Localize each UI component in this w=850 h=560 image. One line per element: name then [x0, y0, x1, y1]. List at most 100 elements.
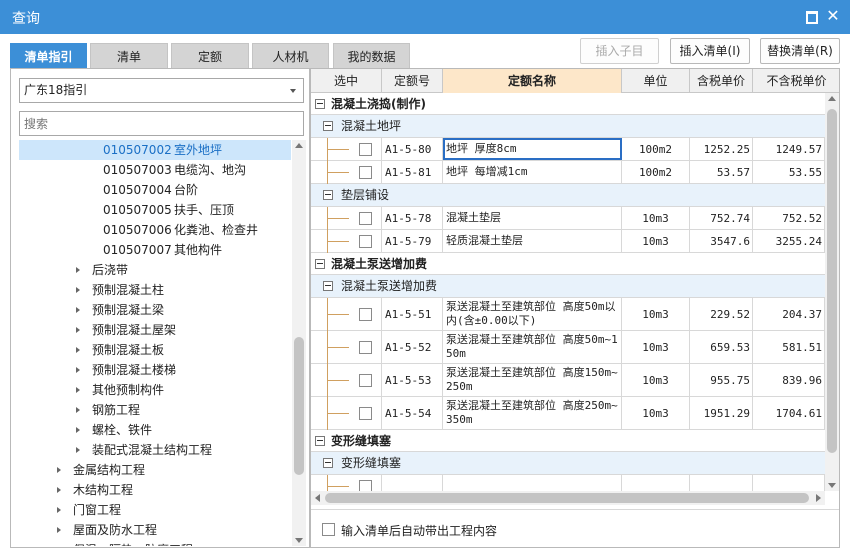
- expand-arrow-icon[interactable]: [76, 427, 80, 433]
- table-row[interactable]: A1-5-80 地坪 厚度8cm 100m2 1252.25 1249.57: [311, 138, 825, 161]
- tree-item[interactable]: 木结构工程: [19, 480, 291, 500]
- tree-item[interactable]: 钢筋工程: [19, 400, 291, 420]
- tree-item-label: 化粪池、检查井: [174, 223, 259, 237]
- collapse-icon[interactable]: [323, 121, 333, 131]
- row-checkbox[interactable]: [358, 211, 372, 225]
- expand-arrow-icon[interactable]: [76, 367, 80, 373]
- tree-item[interactable]: 装配式混凝土结构工程: [19, 440, 291, 460]
- scroll-left-icon[interactable]: [315, 494, 320, 502]
- insert-sub-button[interactable]: 插入子目: [580, 38, 659, 64]
- expand-arrow-icon[interactable]: [76, 307, 80, 313]
- table-row[interactable]: A1-5-52 泵送混凝土至建筑部位 高度50m~150m 10m3 659.53 58…: [311, 331, 825, 364]
- row-checkbox[interactable]: [358, 142, 372, 156]
- tree-item[interactable]: 金属结构工程: [19, 460, 291, 480]
- scroll-down-icon[interactable]: [828, 483, 836, 488]
- scroll-up-icon[interactable]: [828, 96, 836, 101]
- table-row[interactable]: A1-5-53 泵送混凝土至建筑部位 高度150m~250m 10m3 955.75 8…: [311, 364, 825, 397]
- expand-arrow-icon[interactable]: [76, 407, 80, 413]
- expand-arrow-icon[interactable]: [57, 467, 61, 473]
- tree-item[interactable]: 其他预制构件: [19, 380, 291, 400]
- col-select-header[interactable]: 选中: [311, 69, 382, 93]
- expand-arrow-icon[interactable]: [76, 267, 80, 273]
- tree-item[interactable]: 010507005 扶手、压顶: [19, 200, 291, 220]
- tab-3[interactable]: 人材机: [252, 43, 329, 69]
- col-code-header[interactable]: 定额号: [382, 69, 443, 93]
- expand-arrow-icon[interactable]: [76, 447, 80, 453]
- code-cell: A1-5-54: [382, 397, 443, 429]
- tree-item[interactable]: 010507004 台阶: [19, 180, 291, 200]
- name-cell: 泵送混凝土至建筑部位 高度250m~350m: [443, 397, 622, 429]
- tab-0[interactable]: 清单指引: [10, 43, 87, 69]
- grid-hscrollbar[interactable]: [311, 491, 825, 505]
- tab-1[interactable]: 清单: [90, 43, 168, 69]
- tree-item[interactable]: 螺栓、铁件: [19, 420, 291, 440]
- tree-item[interactable]: 预制混凝土屋架: [19, 320, 291, 340]
- row-checkbox[interactable]: [358, 307, 372, 321]
- tree-item[interactable]: 010507003 电缆沟、地沟: [19, 160, 291, 180]
- expand-arrow-icon[interactable]: [76, 387, 80, 393]
- tree-item[interactable]: 后浇带: [19, 260, 291, 280]
- tab-4[interactable]: 我的数据: [333, 43, 410, 69]
- tree-item[interactable]: 预制混凝土梁: [19, 300, 291, 320]
- collapse-icon[interactable]: [315, 435, 325, 446]
- table-row[interactable]: A1-5-81 地坪 每增减1cm 100m2 53.57 53.55: [311, 161, 825, 184]
- row-checkbox[interactable]: [358, 479, 372, 491]
- tree-item[interactable]: 010507006 化粪池、检查井: [19, 220, 291, 240]
- replace-list-button[interactable]: 替换清单(R): [760, 38, 840, 64]
- notax-price-cell: [753, 475, 825, 491]
- scroll-down-icon[interactable]: [295, 538, 303, 543]
- expand-arrow-icon[interactable]: [57, 487, 61, 493]
- tree-item[interactable]: 010507007 其他构件: [19, 240, 291, 260]
- chevron-down-icon[interactable]: [290, 89, 296, 93]
- scroll-up-icon[interactable]: [295, 143, 303, 148]
- expand-arrow-icon[interactable]: [57, 507, 61, 513]
- guide-tree: 010507002 室外地坪 010507003 电缆沟、地沟 010507004 台阶 0…: [19, 140, 291, 546]
- group-label: 混凝土地坪: [341, 119, 402, 133]
- tree-item[interactable]: 屋面及防水工程: [19, 520, 291, 540]
- collapse-icon[interactable]: [323, 281, 333, 291]
- tree-item[interactable]: 预制混凝土楼梯: [19, 360, 291, 380]
- col-name-header[interactable]: 定额名称: [443, 69, 622, 93]
- table-row[interactable]: [311, 475, 825, 491]
- select-cell: [311, 207, 382, 229]
- tree-scrollbar[interactable]: [292, 140, 306, 546]
- auto-bring-checkbox[interactable]: [322, 523, 335, 536]
- row-checkbox[interactable]: [358, 340, 372, 354]
- expand-arrow-icon[interactable]: [76, 287, 80, 293]
- table-row[interactable]: A1-5-79 轻质混凝土垫层 10m3 3547.6 3255.24: [311, 230, 825, 253]
- search-input[interactable]: [19, 111, 304, 136]
- col-unit-header[interactable]: 单位: [622, 69, 690, 93]
- insert-list-button[interactable]: 插入清单(I): [670, 38, 750, 64]
- tab-2[interactable]: 定额: [171, 43, 249, 69]
- row-checkbox[interactable]: [358, 165, 372, 179]
- tree-item[interactable]: 预制混凝土柱: [19, 280, 291, 300]
- col-notax-price-header[interactable]: 不含税单价: [753, 69, 839, 93]
- collapse-icon[interactable]: [315, 258, 325, 269]
- scrollbar-thumb[interactable]: [827, 109, 837, 453]
- maximize-icon[interactable]: [804, 9, 818, 24]
- row-checkbox[interactable]: [358, 406, 372, 420]
- table-row[interactable]: A1-5-51 泵送混凝土至建筑部位 高度50m以内(含±0.00以下) 10m3 2…: [311, 298, 825, 331]
- tree-item[interactable]: 门窗工程: [19, 500, 291, 520]
- table-row[interactable]: A1-5-78 混凝土垫层 10m3 752.74 752.52: [311, 207, 825, 230]
- grid-vscrollbar[interactable]: [825, 93, 839, 491]
- tree-item[interactable]: 010507002 室外地坪: [19, 140, 291, 160]
- row-checkbox[interactable]: [358, 373, 372, 387]
- expand-arrow-icon[interactable]: [76, 347, 80, 353]
- scrollbar-thumb[interactable]: [294, 337, 304, 475]
- tree-item[interactable]: 预制混凝土板: [19, 340, 291, 360]
- expand-arrow-icon[interactable]: [57, 527, 61, 533]
- scrollbar-thumb[interactable]: [325, 493, 809, 503]
- scroll-right-icon[interactable]: [816, 494, 821, 502]
- collapse-icon[interactable]: [315, 98, 325, 109]
- close-icon[interactable]: ✕: [826, 8, 840, 24]
- col-tax-price-header[interactable]: 含税单价: [690, 69, 753, 93]
- guide-select[interactable]: 广东18指引: [19, 78, 304, 103]
- table-row[interactable]: A1-5-54 泵送混凝土至建筑部位 高度250m~350m 10m3 1951.29…: [311, 397, 825, 430]
- row-checkbox[interactable]: [358, 234, 372, 248]
- tree-item-code: 010507007: [103, 243, 172, 257]
- collapse-icon[interactable]: [323, 458, 333, 468]
- expand-arrow-icon[interactable]: [76, 327, 80, 333]
- tree-item[interactable]: 保温、隔热、防腐工程: [19, 540, 291, 546]
- collapse-icon[interactable]: [323, 190, 333, 200]
